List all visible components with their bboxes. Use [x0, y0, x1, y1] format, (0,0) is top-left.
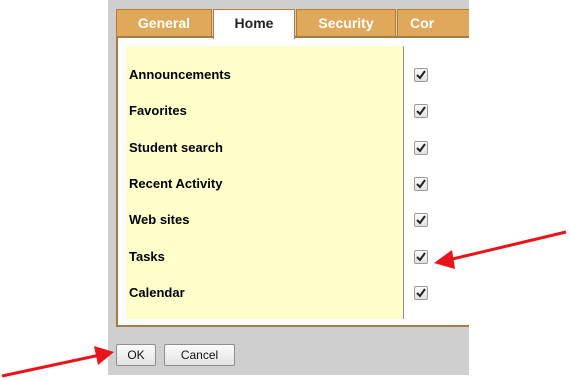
label-web-sites: Web sites: [129, 212, 190, 227]
label-calendar: Calendar: [129, 285, 185, 300]
checkmark-icon: [416, 252, 426, 262]
tab-home[interactable]: Home: [213, 9, 295, 39]
tab-security[interactable]: Security: [296, 9, 396, 37]
annotation-arrow-ok-icon: [1, 346, 114, 378]
checkbox-tasks[interactable]: [414, 250, 428, 264]
checkbox-favorites[interactable]: [414, 104, 428, 118]
checkmark-icon: [416, 215, 426, 225]
tab-bar: General Home Security Cor: [116, 9, 469, 39]
checkbox-student-search[interactable]: [414, 141, 428, 155]
checkmark-icon: [416, 70, 426, 80]
checkbox-recent-activity[interactable]: [414, 177, 428, 191]
home-tab-panel: Announcements Favorites Student search R…: [116, 36, 469, 327]
checkmark-icon: [416, 106, 426, 116]
label-favorites: Favorites: [129, 103, 187, 118]
tab-con[interactable]: Cor: [397, 9, 469, 37]
checkmark-icon: [416, 143, 426, 153]
checkbox-calendar[interactable]: [414, 286, 428, 300]
annotation-arrow-tasks-icon: [434, 230, 567, 269]
checkmark-icon: [416, 179, 426, 189]
checkbox-web-sites[interactable]: [414, 213, 428, 227]
checkmark-icon: [416, 288, 426, 298]
checkbox-announcements[interactable]: [414, 68, 428, 82]
ok-button[interactable]: OK: [116, 344, 156, 366]
label-tasks: Tasks: [129, 249, 165, 264]
tab-general[interactable]: General: [116, 9, 212, 37]
label-student-search: Student search: [129, 140, 223, 155]
label-recent-activity: Recent Activity: [129, 176, 223, 191]
label-announcements: Announcements: [129, 67, 231, 82]
settings-dialog: General Home Security Cor Announcements …: [108, 0, 469, 375]
cancel-button[interactable]: Cancel: [164, 344, 235, 366]
